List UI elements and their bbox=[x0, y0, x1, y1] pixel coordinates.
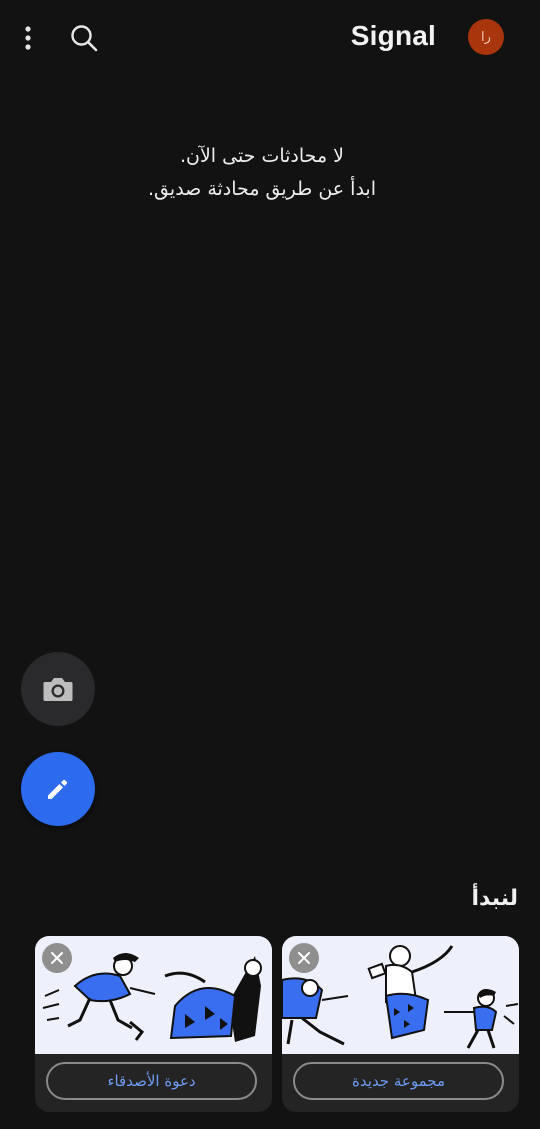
dismiss-invite-card-button[interactable] bbox=[42, 943, 72, 973]
new-group-card: مجموعة جديدة bbox=[282, 936, 519, 1112]
profile-avatar[interactable]: را bbox=[468, 19, 504, 55]
dismiss-new-group-card-button[interactable] bbox=[289, 943, 319, 973]
compose-button[interactable] bbox=[21, 752, 95, 826]
empty-conversations-message: لا محادثات حتى الآن. ابدأ عن طريق محادثة… bbox=[0, 140, 540, 206]
camera-button[interactable] bbox=[21, 652, 95, 726]
new-group-button[interactable]: مجموعة جديدة bbox=[293, 1062, 504, 1100]
search-button[interactable] bbox=[64, 18, 104, 58]
more-vertical-icon bbox=[25, 26, 31, 50]
empty-state-line-2: ابدأ عن طريق محادثة صديق. bbox=[148, 178, 376, 200]
close-icon bbox=[298, 952, 310, 964]
app-title: Signal bbox=[350, 20, 436, 51]
invite-friends-button[interactable]: دعوة الأصدقاء bbox=[46, 1062, 257, 1100]
getting-started-title: لنبدأ bbox=[471, 886, 518, 911]
invite-friends-card: دعوة الأصدقاء bbox=[35, 936, 272, 1112]
more-options-button[interactable] bbox=[12, 20, 44, 56]
empty-state-line-1: لا محادثات حتى الآن. bbox=[179, 145, 345, 167]
camera-icon bbox=[43, 678, 73, 701]
search-icon bbox=[71, 25, 98, 52]
top-app-bar: Signal را bbox=[0, 0, 540, 76]
pencil-icon bbox=[48, 779, 68, 799]
close-icon bbox=[51, 952, 63, 964]
